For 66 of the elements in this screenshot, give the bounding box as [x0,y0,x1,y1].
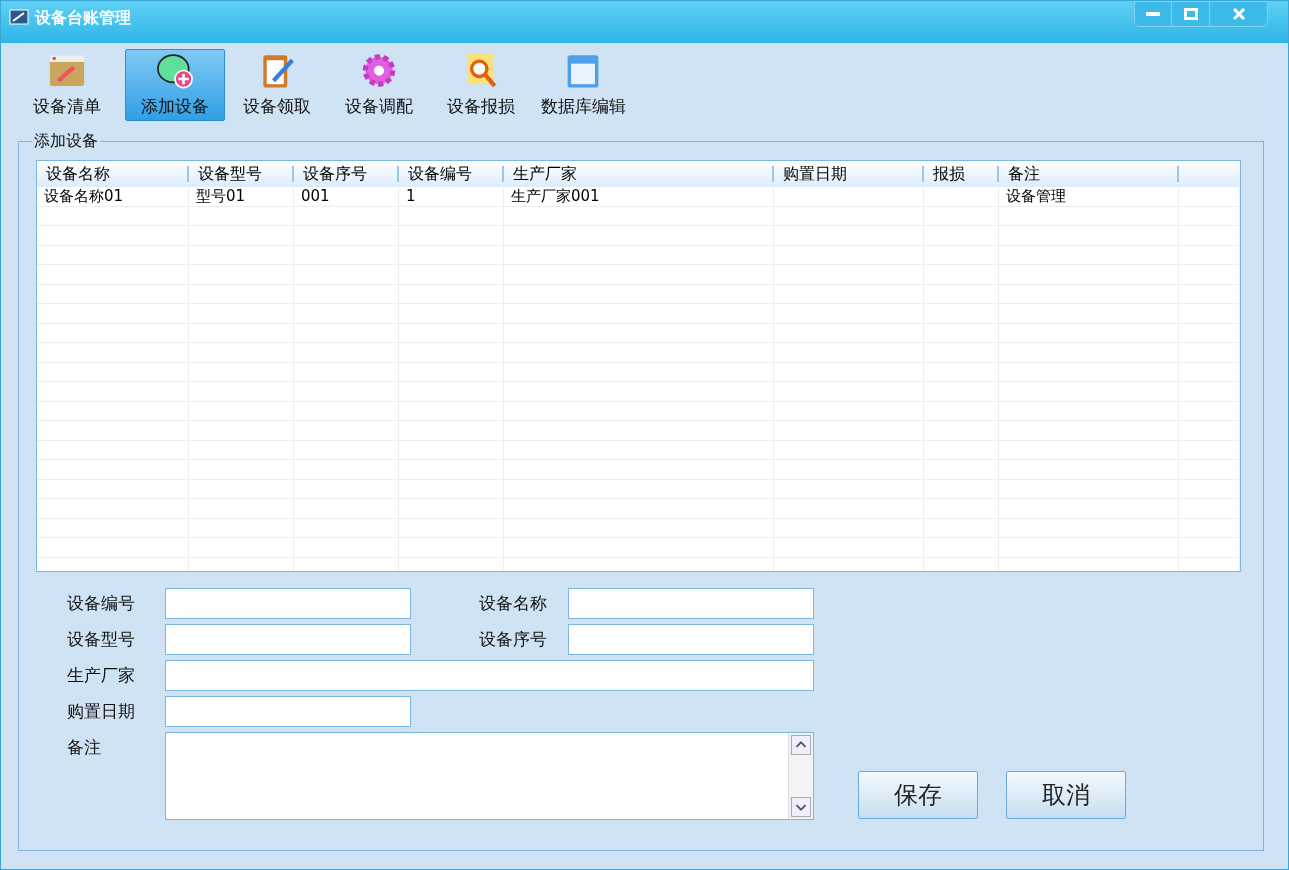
close-icon [1232,8,1245,20]
empty-cell [1179,421,1240,441]
toolbar-button[interactable]: 设备调配 [329,49,429,121]
table-cell: 设备名称01 [37,187,189,207]
app-icon [9,9,29,27]
scrollbar[interactable] [788,733,813,819]
field-label: 生产厂家 [67,664,136,687]
empty-cell [1179,518,1240,538]
toolbar-button[interactable]: 添加设备 [125,49,225,121]
field-label: 设备编号 [67,592,136,615]
empty-cell [1179,265,1240,285]
toolbar-button[interactable]: 数据库编辑 [533,49,633,121]
column-header[interactable]: 设备序号 [294,166,399,182]
empty-cell [1179,323,1240,343]
table-cell: 生产厂家001 [504,187,774,207]
input-field[interactable] [568,624,814,655]
minimize-button[interactable] [1135,2,1171,26]
empty-cell [1179,284,1240,304]
input-field[interactable] [165,696,411,727]
table-cell: 设备管理 [999,187,1179,207]
input-field[interactable] [165,624,411,655]
empty-cell [1179,226,1240,246]
scroll-down-icon[interactable] [791,797,811,817]
empty-cell [1179,187,1240,207]
toolbar-button[interactable]: 设备领取 [227,49,327,121]
table-cell: 001 [294,187,399,207]
empty-cell [1179,382,1240,402]
empty-cell [1179,304,1240,324]
empty-cell [1179,401,1240,421]
empty-cell [1179,245,1240,265]
empty-cell [1179,479,1240,499]
column-header[interactable]: 设备编号 [399,166,504,182]
field-label: 购置日期 [67,700,136,723]
empty-cell [1179,499,1240,519]
field-label: 设备序号 [478,628,548,651]
empty-cell [1179,440,1240,460]
empty-cell [1179,460,1240,480]
toolbar-button[interactable]: 设备报损 [431,49,531,121]
empty-cell [1179,362,1240,382]
column-header[interactable]: 报损 [924,166,999,182]
empty-cell [1179,343,1240,363]
group-title: 添加设备 [33,131,99,152]
field-label: 设备型号 [67,628,136,651]
minimize-icon [1146,12,1160,16]
column-header[interactable]: 购置日期 [774,166,924,182]
input-field[interactable] [165,660,814,691]
field-label: 备注 [67,736,102,759]
empty-cell [1179,206,1240,226]
dialog-button[interactable]: 取消 [1006,771,1126,819]
column-header[interactable]: 设备名称 [37,166,189,182]
dialog-button[interactable]: 保存 [858,771,978,819]
scroll-up-icon[interactable] [791,735,811,755]
input-field[interactable] [165,588,411,619]
column-header[interactable]: 生产厂家 [504,166,774,182]
maximize-icon [1183,8,1198,20]
input-field[interactable] [568,588,814,619]
field-label: 设备名称 [478,592,548,615]
column-header[interactable]: 备注 [999,166,1179,182]
toolbar-button[interactable]: 设备清单 [11,49,123,121]
column-header[interactable]: 设备型号 [189,166,294,182]
window-title: 设备台账管理 [35,7,131,29]
table-cell: 型号01 [189,187,294,207]
empty-cell [1179,538,1240,558]
maximize-button[interactable] [1171,2,1209,26]
close-button[interactable] [1209,2,1267,26]
table-cell: 1 [399,187,504,207]
